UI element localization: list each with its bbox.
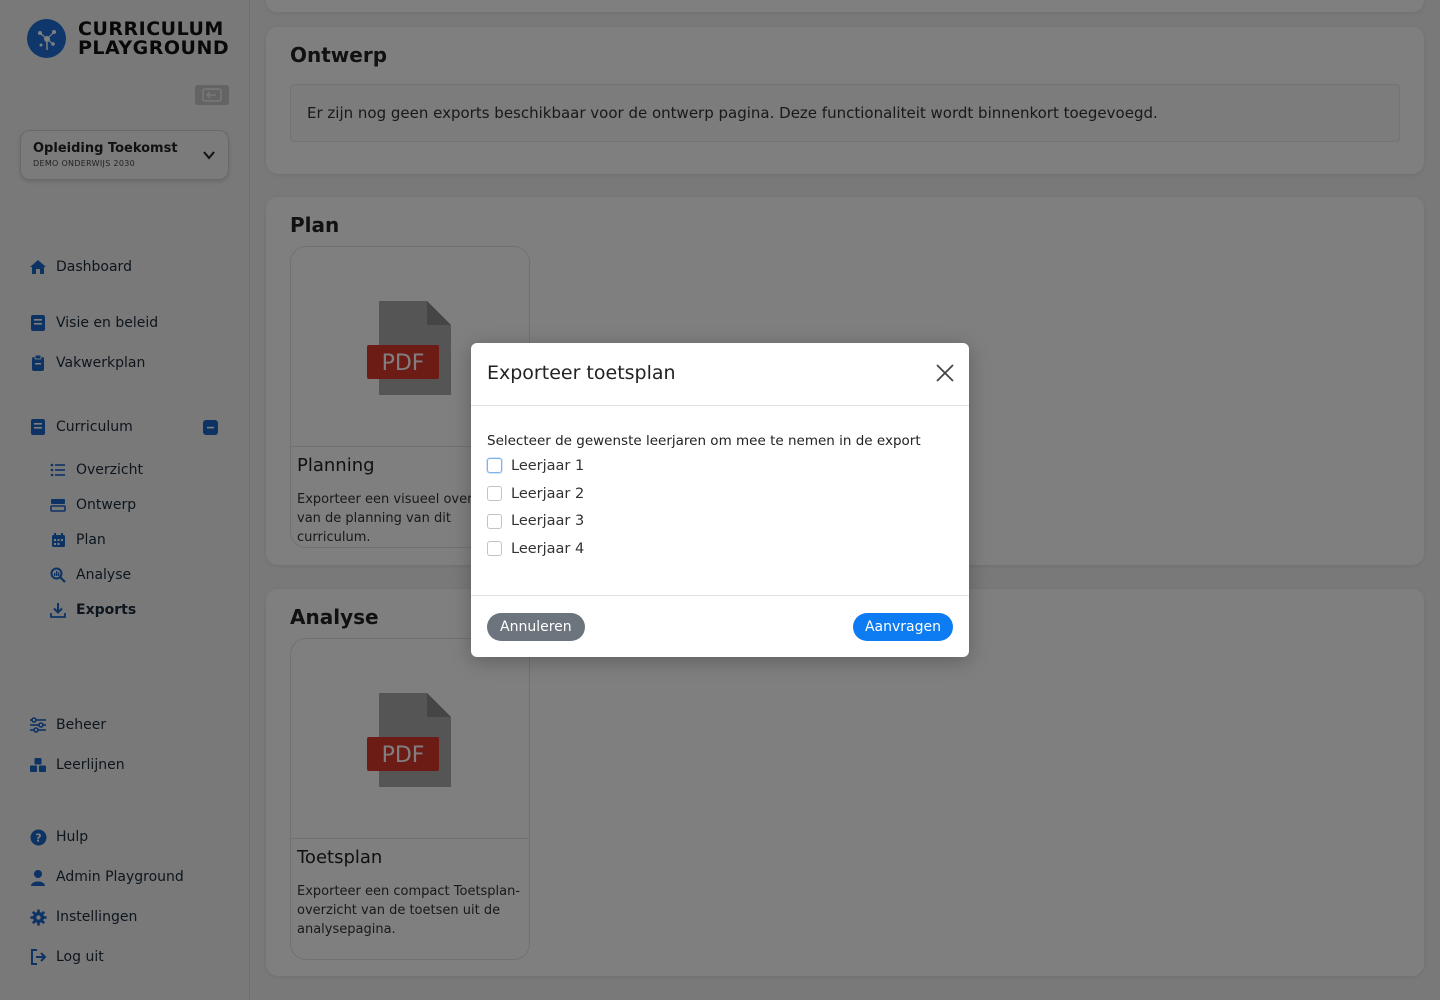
leerjaar-option-4[interactable]: Leerjaar 4 (487, 535, 921, 563)
leerjaar-option-3[interactable]: Leerjaar 3 (487, 507, 921, 535)
export-toetsplan-dialog: Exporteer toetsplan Selecteer de gewenst… (471, 343, 969, 657)
submit-request-button[interactable]: Aanvragen (852, 613, 953, 641)
checkbox[interactable] (487, 541, 502, 557)
modal-title: Exporteer toetsplan (487, 362, 676, 384)
checkbox-label: Leerjaar 4 (511, 540, 585, 557)
checkbox[interactable] (487, 486, 502, 502)
modal-footer: Annuleren Aanvragen (471, 595, 969, 657)
checkbox-label: Leerjaar 1 (511, 457, 585, 474)
leerjaar-option-2[interactable]: Leerjaar 2 (487, 480, 921, 508)
close-icon[interactable] (935, 363, 955, 383)
checkbox[interactable] (487, 513, 502, 529)
modal-body: Selecteer de gewenste leerjaren om mee t… (487, 433, 921, 563)
checkbox-label: Leerjaar 2 (511, 485, 585, 502)
leerjaren-label: Selecteer de gewenste leerjaren om mee t… (487, 433, 921, 449)
checkbox[interactable] (487, 458, 502, 474)
modal-header: Exporteer toetsplan (471, 343, 969, 406)
cancel-button[interactable]: Annuleren (487, 613, 585, 641)
leerjaar-option-1[interactable]: Leerjaar 1 (487, 452, 921, 480)
checkbox-label: Leerjaar 3 (511, 513, 585, 530)
